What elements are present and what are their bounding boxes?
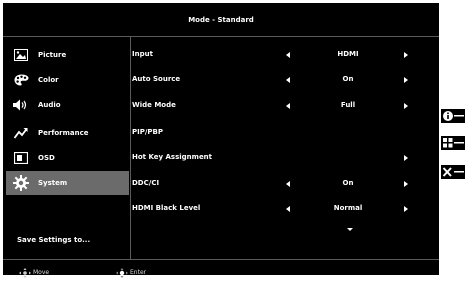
move-hint: Move — [19, 263, 49, 282]
palette-icon — [13, 72, 29, 88]
enter-label: Enter — [130, 269, 147, 276]
enter-hint: Enter — [116, 263, 146, 282]
scroll-down-icon[interactable] — [347, 228, 353, 231]
setting-label: Hot Key Assignment — [132, 153, 213, 161]
osd-header: Mode - Standard — [3, 3, 439, 37]
setting-row-hdmi-black-level[interactable]: HDMI Black Level Normal — [130, 197, 439, 222]
setting-value: On — [342, 75, 354, 83]
page-title: Mode - Standard — [188, 15, 254, 24]
sidebar-item-osd[interactable]: OSD — [6, 146, 129, 170]
setting-label: Wide Mode — [132, 101, 176, 109]
setting-label: PIP/PBP — [132, 128, 164, 136]
arrow-left-icon[interactable] — [286, 103, 290, 109]
arrow-right-icon[interactable] — [404, 181, 408, 187]
performance-icon — [13, 125, 29, 141]
sidebar-item-label: System — [38, 179, 68, 187]
sidebar-item-system[interactable]: System — [6, 171, 129, 195]
gear-icon — [13, 175, 29, 191]
menu-grid-icon[interactable] — [441, 135, 465, 150]
joystick-move-icon — [19, 263, 31, 282]
setting-row-auto-source[interactable]: Auto Source On — [130, 68, 439, 93]
arrow-right-icon[interactable] — [404, 103, 408, 109]
arrow-right-icon[interactable] — [404, 206, 408, 212]
sidebar-item-audio[interactable]: Audio — [6, 93, 129, 117]
sidebar-item-label: OSD — [38, 154, 55, 162]
sidebar-item-color[interactable]: Color — [6, 68, 129, 92]
arrow-left-icon[interactable] — [286, 52, 290, 58]
arrow-left-icon[interactable] — [286, 206, 290, 212]
setting-value: HDMI — [337, 50, 359, 58]
setting-label: Auto Source — [132, 75, 181, 83]
arrow-right-icon[interactable] — [404, 77, 408, 83]
joystick-enter-icon — [116, 263, 128, 282]
setting-value: Full — [340, 101, 356, 109]
setting-value: On — [342, 179, 354, 187]
picture-icon — [13, 47, 29, 63]
setting-row-input[interactable]: Input HDMI — [130, 43, 439, 68]
close-icon[interactable] — [441, 164, 465, 179]
move-label: Move — [33, 269, 50, 276]
footer-hints: Move Enter — [3, 259, 439, 278]
arrow-left-icon[interactable] — [286, 77, 290, 83]
speaker-icon — [13, 97, 29, 113]
sidebar-item-label: Color — [38, 76, 59, 84]
info-icon[interactable] — [441, 108, 465, 123]
setting-label: DDC/CI — [132, 179, 160, 187]
setting-value: Normal — [333, 204, 363, 212]
sidebar: Picture Color Audio Performance OSD Syst… — [3, 37, 131, 259]
setting-row-ddc-ci[interactable]: DDC/CI On — [130, 172, 439, 197]
osd-panel: Mode - Standard Picture Color Audio Perf… — [3, 3, 439, 278]
arrow-right-icon[interactable] — [404, 155, 408, 161]
osd-icon — [13, 150, 29, 166]
setting-row-wide-mode[interactable]: Wide Mode Full — [130, 94, 439, 119]
save-settings-button[interactable]: Save Settings to... — [17, 236, 90, 244]
sidebar-item-label: Picture — [38, 51, 67, 59]
sidebar-item-label: Performance — [38, 129, 89, 137]
sidebar-item-picture[interactable]: Picture — [6, 43, 129, 67]
arrow-left-icon[interactable] — [286, 181, 290, 187]
setting-label: Input — [132, 50, 153, 58]
setting-row-pip-pbp[interactable]: PIP/PBP — [130, 121, 439, 146]
sidebar-item-performance[interactable]: Performance — [6, 121, 129, 145]
sidebar-item-label: Audio — [38, 101, 61, 109]
arrow-right-icon[interactable] — [404, 52, 408, 58]
hotkey-bar — [441, 107, 465, 187]
setting-label: HDMI Black Level — [132, 204, 201, 212]
setting-row-hot-key-assignment[interactable]: Hot Key Assignment — [130, 146, 439, 171]
